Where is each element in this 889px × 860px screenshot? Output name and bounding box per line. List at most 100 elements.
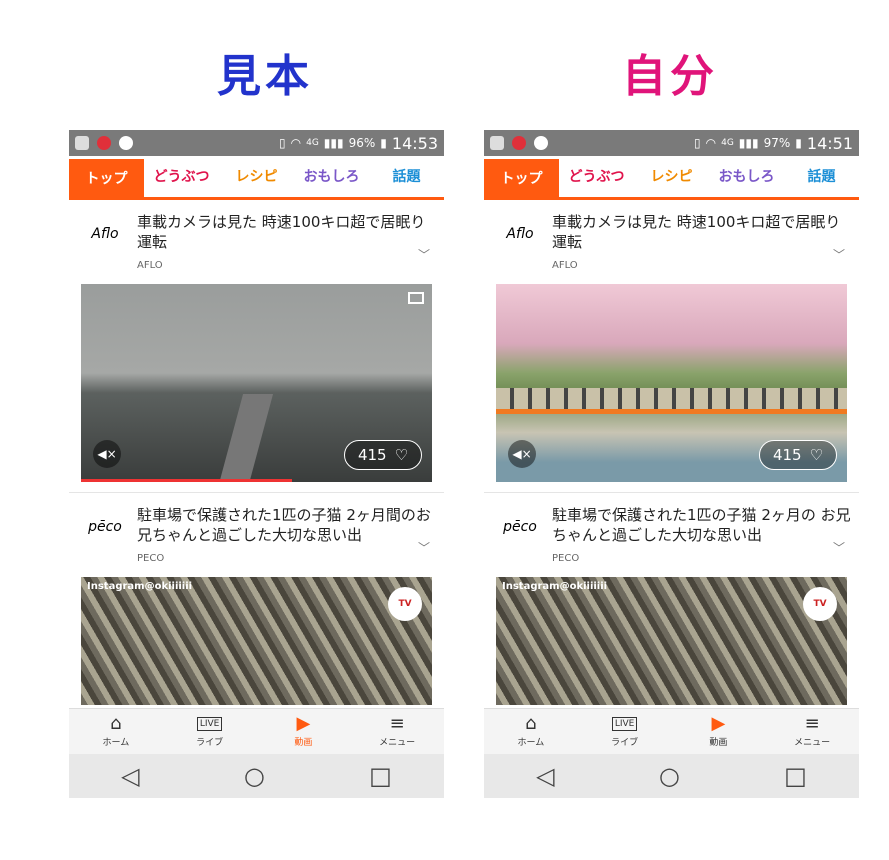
status-bar: ▯ ◠ 4G ▮▮▮ 96% ▮ 14:53 <box>69 130 444 156</box>
road-graphic <box>218 394 274 482</box>
home-circle-icon[interactable]: ○ <box>244 762 265 790</box>
video-thumbnail[interactable]: ◀× 415 ♡ <box>81 284 432 482</box>
gallery-icon <box>75 136 89 150</box>
video-thumbnail[interactable]: ◀× 415 ♡ <box>496 284 847 482</box>
nav-label: ホーム <box>102 738 130 748</box>
back-icon[interactable]: ◁ <box>121 762 139 790</box>
home-icon: ⌂ <box>110 713 122 734</box>
chevron-down-icon[interactable]: ﹀ <box>418 246 430 263</box>
article-item[interactable]: Aflo 車載カメラは見た 時速100キロ超で居眠り運転 AFLO ﹀ <box>484 200 859 276</box>
article-source: AFLO <box>552 260 578 271</box>
nav-label: ホーム <box>517 738 545 748</box>
live-icon: LIVE <box>163 713 257 735</box>
article-item[interactable]: pēco 駐車場で保護された1匹の子猫 2ヶ月の お兄ちゃんと過ごした大切な思い… <box>484 493 859 569</box>
nav-home[interactable]: ⌂ ホーム <box>69 709 163 754</box>
nav-live[interactable]: LIVE ライブ <box>578 709 672 754</box>
article-source: AFLO <box>137 260 163 271</box>
category-tabs: トップ どうぶつ レシピ おもしろ 話題 <box>69 156 444 200</box>
signal-icon: ▮▮▮ <box>323 136 344 150</box>
nav-label: ライブ <box>611 738 639 748</box>
nav-label: メニュー <box>794 738 831 748</box>
tv-badge-icon: TV <box>388 587 422 621</box>
mute-icon[interactable]: ◀× <box>93 440 121 468</box>
pip-icon[interactable] <box>408 292 424 304</box>
search-app-icon <box>97 136 111 150</box>
signal-icon: ▮▮▮ <box>738 136 759 150</box>
publisher-logo: pēco <box>88 519 122 535</box>
progress-bar <box>81 479 292 482</box>
recents-icon[interactable]: □ <box>369 762 392 790</box>
nav-video[interactable]: ▶ 動画 <box>257 709 351 754</box>
system-nav: ◁ ○ □ <box>69 754 444 798</box>
nav-menu[interactable]: ≡ メニュー <box>765 709 859 754</box>
tv-badge-icon: TV <box>803 587 837 621</box>
tab-funny[interactable]: おもしろ <box>709 159 784 195</box>
like-button[interactable]: 415 ♡ <box>759 440 837 470</box>
chevron-down-icon[interactable]: ﹀ <box>833 539 845 556</box>
article-title[interactable]: 駐車場で保護された1匹の子猫 2ヶ月の お兄ちゃんと過ごした大切な思い出 <box>552 505 852 545</box>
home-circle-icon[interactable]: ○ <box>659 762 680 790</box>
live-icon-label: LIVE <box>611 717 638 731</box>
heading-mine: 自分 <box>622 51 718 102</box>
like-button[interactable]: 415 ♡ <box>344 440 422 470</box>
like-count: 415 <box>357 446 387 464</box>
tab-top[interactable]: トップ <box>69 158 144 199</box>
article-title[interactable]: 車載カメラは見た 時速100キロ超で居眠り運転 <box>552 212 852 252</box>
live-icon-label: LIVE <box>196 717 223 731</box>
article-item[interactable]: Aflo 車載カメラは見た 時速100キロ超で居眠り運転 AFLO ﹀ <box>69 200 444 276</box>
wifi-icon: ◠ <box>290 136 302 150</box>
article-title[interactable]: 駐車場で保護された1匹の子猫 2ヶ月間のお兄ちゃんと過ごした大切な思い出 <box>137 505 437 545</box>
browser-icon <box>534 136 548 150</box>
battery-percent: 97% <box>763 136 791 150</box>
back-icon[interactable]: ◁ <box>536 762 554 790</box>
status-bar: ▯ ◠ 4G ▮▮▮ 97% ▮ 14:51 <box>484 130 859 156</box>
menu-icon: ≡ <box>804 713 820 734</box>
nav-video[interactable]: ▶ 動画 <box>672 709 766 754</box>
tab-recipe[interactable]: レシピ <box>634 159 709 195</box>
nav-label: ライブ <box>196 738 224 748</box>
network-label: 4G <box>306 138 319 148</box>
article-item[interactable]: pēco 駐車場で保護された1匹の子猫 2ヶ月間のお兄ちゃんと過ごした大切な思い… <box>69 493 444 569</box>
nav-home[interactable]: ⌂ ホーム <box>484 709 578 754</box>
mute-icon[interactable]: ◀× <box>508 440 536 468</box>
home-icon: ⌂ <box>525 713 537 734</box>
phone-mine: ▯ ◠ 4G ▮▮▮ 97% ▮ 14:51 トップ どうぶつ レシピ おもしろ… <box>484 130 859 798</box>
system-nav: ◁ ○ □ <box>484 754 859 798</box>
network-label: 4G <box>721 138 734 148</box>
tab-recipe[interactable]: レシピ <box>219 159 294 195</box>
video-thumbnail[interactable]: Instagram@okiiiiiii TV <box>81 577 432 705</box>
tab-topics[interactable]: 話題 <box>784 159 859 195</box>
video-thumbnail[interactable]: Instagram@okiiiiiii TV <box>496 577 847 705</box>
chevron-down-icon[interactable]: ﹀ <box>833 246 845 263</box>
like-count: 415 <box>772 446 802 464</box>
train-graphic <box>496 388 847 414</box>
publisher-logo: pēco <box>503 519 537 535</box>
publisher-logo: Aflo <box>506 226 534 242</box>
vibrate-icon: ▯ <box>279 136 286 150</box>
play-icon: ▶ <box>296 713 311 734</box>
nav-label: メニュー <box>379 738 416 748</box>
tab-top[interactable]: トップ <box>484 158 559 199</box>
gallery-icon <box>490 136 504 150</box>
article-title[interactable]: 車載カメラは見た 時速100キロ超で居眠り運転 <box>137 212 437 252</box>
chevron-down-icon[interactable]: ﹀ <box>418 539 430 556</box>
battery-icon: ▮ <box>380 136 387 150</box>
live-icon: LIVE <box>578 713 672 735</box>
article-source: PECO <box>137 553 165 564</box>
bottom-nav: ⌂ ホーム LIVE ライブ ▶ 動画 ≡ メニュー <box>484 708 859 754</box>
category-tabs: トップ どうぶつ レシピ おもしろ 話題 <box>484 156 859 200</box>
menu-icon: ≡ <box>389 713 405 734</box>
tab-animals[interactable]: どうぶつ <box>559 159 634 195</box>
wifi-icon: ◠ <box>705 136 717 150</box>
publisher-logo: Aflo <box>91 226 119 242</box>
nav-menu[interactable]: ≡ メニュー <box>350 709 444 754</box>
tab-topics[interactable]: 話題 <box>369 159 444 195</box>
battery-percent: 96% <box>348 136 376 150</box>
battery-icon: ▮ <box>795 136 802 150</box>
nav-live[interactable]: LIVE ライブ <box>163 709 257 754</box>
tab-animals[interactable]: どうぶつ <box>144 159 219 195</box>
tab-funny[interactable]: おもしろ <box>294 159 369 195</box>
clock: 14:51 <box>806 133 853 153</box>
recents-icon[interactable]: □ <box>784 762 807 790</box>
nav-label: 動画 <box>294 738 313 748</box>
